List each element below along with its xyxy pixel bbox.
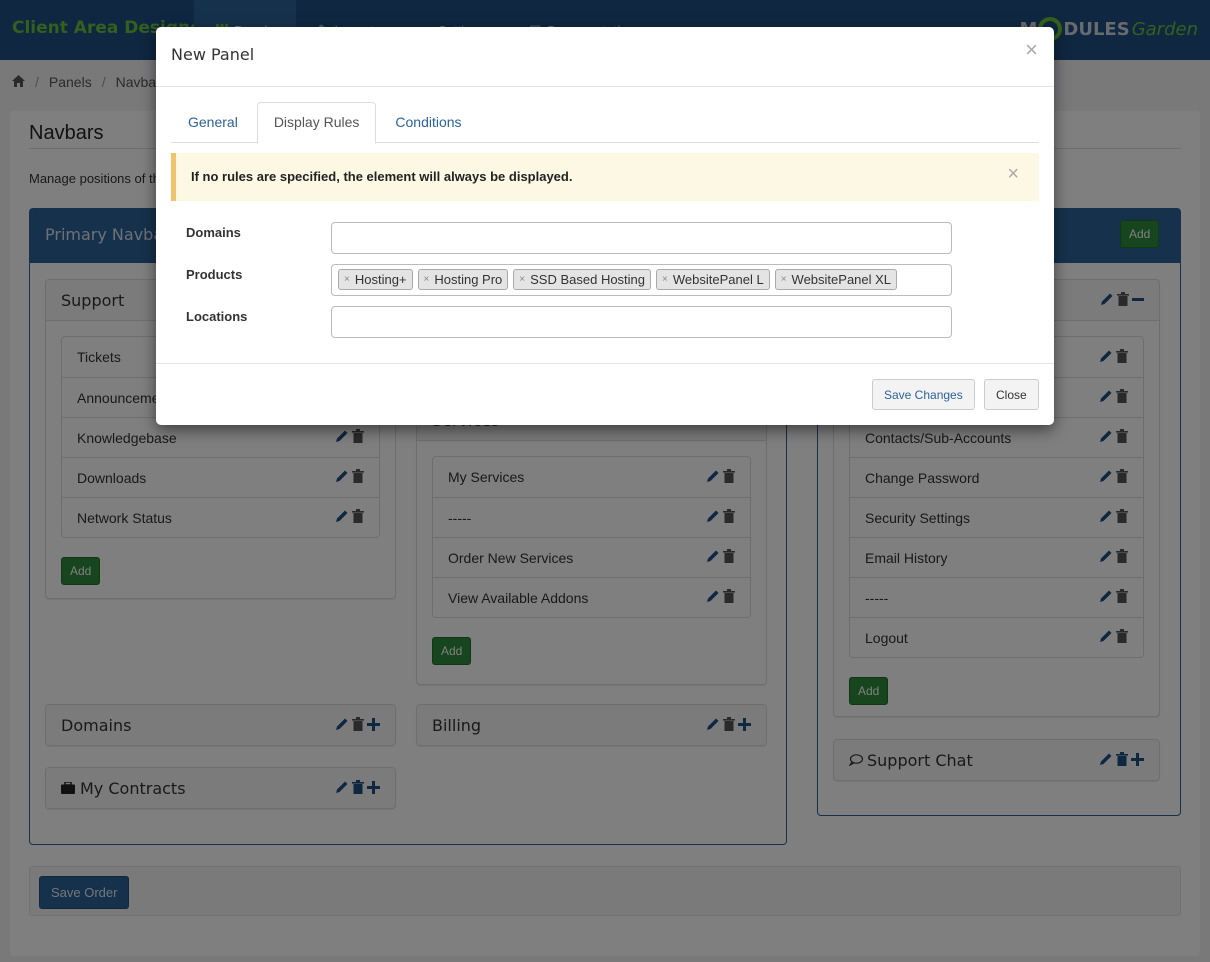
domains-label: Domains xyxy=(186,225,241,240)
locations-input[interactable] xyxy=(331,306,952,338)
modal-header: New Panel xyxy=(156,27,1054,87)
modal-footer: Save Changes Close xyxy=(156,363,1054,425)
product-tag: × WebsitePanel XL xyxy=(774,269,898,290)
remove-tag-icon[interactable]: × xyxy=(344,274,350,285)
product-tags: × Hosting+ × Hosting Pro × SSD Based Hosting ×… xyxy=(332,265,951,294)
product-tag: × WebsitePanel L xyxy=(656,269,770,290)
remove-tag-icon[interactable]: × xyxy=(781,274,787,285)
tag-label: WebsitePanel XL xyxy=(791,272,892,287)
products-label: Products xyxy=(186,267,243,282)
save-changes-button[interactable]: Save Changes xyxy=(872,379,975,410)
modal-tabs: General Display Rules Conditions xyxy=(171,102,1039,144)
info-alert: If no rules are specified, the element w… xyxy=(171,153,1039,201)
locations-label: Locations xyxy=(186,309,248,324)
tag-label: Hosting+ xyxy=(354,272,407,287)
domains-row: Domains xyxy=(186,222,952,254)
tab-display-rules[interactable]: Display Rules xyxy=(256,102,377,144)
close-button[interactable]: Close xyxy=(984,379,1039,410)
tab-general[interactable]: General xyxy=(171,102,255,143)
product-tag: × Hosting+ xyxy=(338,269,413,290)
tag-label: Hosting Pro xyxy=(434,272,503,287)
new-panel-modal: New Panel × General Display Rules Condit… xyxy=(156,27,1054,425)
modal-title: New Panel xyxy=(171,45,255,64)
remove-tag-icon[interactable]: × xyxy=(424,274,430,285)
tag-label: SSD Based Hosting xyxy=(530,272,646,287)
alert-text: If no rules are specified, the element w… xyxy=(191,169,573,184)
locations-row: Locations xyxy=(186,306,952,338)
product-tag: × Hosting Pro xyxy=(417,269,509,290)
tab-conditions[interactable]: Conditions xyxy=(378,102,478,143)
alert-close-icon[interactable]: × xyxy=(1007,163,1019,186)
remove-tag-icon[interactable]: × xyxy=(662,274,668,285)
products-row: Products × Hosting+ × Hosting Pro × SSD Based… xyxy=(186,264,952,296)
product-tag: × SSD Based Hosting xyxy=(513,269,652,290)
remove-tag-icon[interactable]: × xyxy=(519,274,525,285)
tag-label: WebsitePanel L xyxy=(672,272,764,287)
products-multiselect[interactable]: × Hosting+ × Hosting Pro × SSD Based Hosting ×… xyxy=(331,264,952,296)
domains-input[interactable] xyxy=(331,222,952,254)
close-icon[interactable]: × xyxy=(1025,37,1038,63)
